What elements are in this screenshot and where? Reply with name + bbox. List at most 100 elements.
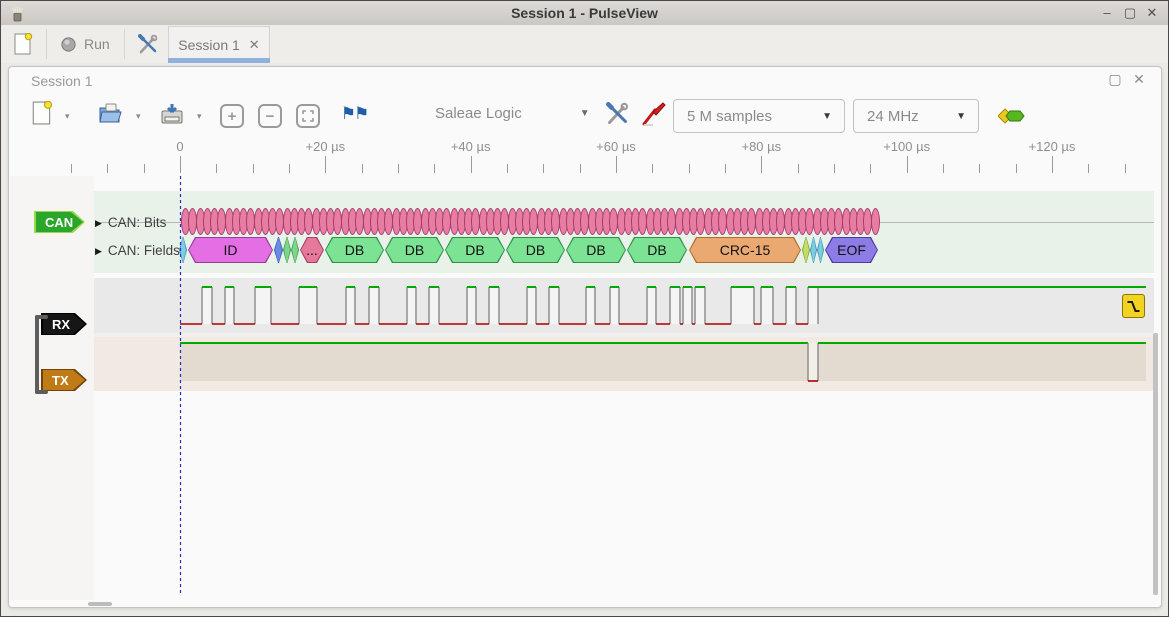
flags-icon: ⚑⚑	[341, 104, 367, 124]
channel-group-bracket[interactable]	[35, 315, 48, 394]
ruler-minor-tick	[107, 164, 108, 173]
ruler-minor-tick	[580, 164, 581, 173]
ruler-minor-tick	[434, 164, 435, 173]
ruler-major-tick	[471, 156, 472, 173]
tag-label: CAN	[36, 212, 83, 232]
probe-icon	[641, 101, 667, 127]
ruler-minor-tick	[144, 164, 145, 173]
ruler-minor-tick	[725, 164, 726, 173]
settings-button[interactable]	[132, 28, 164, 60]
ruler-label: +100 µs	[883, 139, 930, 154]
session-restore-button[interactable]: ▢	[1105, 71, 1125, 88]
new-file-dropdown-icon[interactable]: ▾	[65, 111, 70, 122]
ruler-minor-tick	[652, 164, 653, 173]
save-dropdown-icon[interactable]: ▾	[197, 111, 202, 122]
ruler-label: +120 µs	[1029, 139, 1076, 154]
ruler-minor-tick	[362, 164, 363, 173]
time-ruler[interactable]: 0 +20 µs +40 µs +60 µs +80 µs +100 µs +120 µs	[9, 139, 1161, 177]
device-selector[interactable]: Saleae Logic ▼	[435, 105, 590, 122]
device-selector-label: Saleae Logic	[435, 105, 522, 122]
ruler-minor-tick	[689, 164, 690, 173]
ruler-minor-tick	[1125, 164, 1126, 173]
ruler-minor-tick	[253, 164, 254, 173]
open-folder-icon	[98, 102, 122, 124]
new-document-icon	[13, 33, 33, 55]
zoom-in-button[interactable]: +	[220, 104, 244, 128]
chevron-down-icon: ▼	[956, 111, 966, 122]
ruler-minor-tick	[543, 164, 544, 173]
ruler-minor-tick	[870, 164, 871, 173]
open-file-button[interactable]	[97, 100, 123, 126]
tab-close-icon[interactable]: ✕	[249, 37, 260, 53]
session-window-title: Session 1	[31, 73, 92, 89]
ruler-label: +60 µs	[596, 139, 636, 154]
ruler-label: +80 µs	[741, 139, 781, 154]
new-session-button[interactable]	[7, 28, 39, 60]
falling-edge-icon	[1126, 299, 1141, 314]
cursors-button[interactable]: ⚑⚑	[339, 101, 369, 127]
ruler-minor-tick	[71, 164, 72, 173]
probe-button[interactable]	[640, 100, 668, 128]
titlebar[interactable]: Session 1 - PulseView – ▢ ✕	[1, 1, 1168, 26]
add-decoder-button[interactable]	[997, 105, 1027, 127]
sample-count-value: 5 M samples	[687, 108, 772, 125]
ruler-label: +40 µs	[451, 139, 491, 154]
zoom-out-button[interactable]: −	[258, 104, 282, 128]
chevron-down-icon: ▼	[822, 111, 832, 122]
ruler-label: +20 µs	[306, 139, 346, 154]
save-button[interactable]	[159, 100, 185, 126]
tab-active-underline	[168, 58, 270, 63]
toolbar-separator	[46, 29, 47, 59]
sample-rate-value: 24 MHz	[867, 108, 919, 125]
toolbar-separator	[124, 29, 125, 59]
wrench-screwdriver-icon	[606, 102, 630, 126]
zoom-fit-button[interactable]	[296, 104, 320, 128]
horizontal-scrollbar[interactable]	[88, 602, 112, 606]
ruler-label: 0	[176, 139, 183, 154]
maximize-button[interactable]: ▢	[1119, 1, 1141, 25]
run-button-label: Run	[84, 36, 110, 52]
ruler-minor-tick	[798, 164, 799, 173]
close-button[interactable]: ✕	[1141, 1, 1163, 25]
ruler-minor-tick	[834, 164, 835, 173]
ruler-major-tick	[1052, 156, 1053, 173]
zoom-out-icon: −	[266, 108, 275, 125]
main-toolbar: Run Session 1 ✕	[1, 25, 1168, 63]
window-title: Session 1 - PulseView	[1, 1, 1168, 25]
tag-label: RX	[43, 314, 85, 334]
new-document-icon	[31, 101, 53, 125]
ruler-major-tick	[616, 156, 617, 173]
sample-count-select[interactable]: 5 M samples ▼	[673, 99, 845, 133]
decoder-icon	[998, 107, 1026, 125]
session-close-button[interactable]: ✕	[1129, 71, 1149, 88]
zoom-fit-icon	[302, 110, 314, 122]
session-window: Session 1 ▢ ✕ ▾ ▾ ▾	[8, 66, 1162, 608]
wrench-screwdriver-icon	[138, 34, 159, 55]
tag-label: TX	[43, 370, 85, 390]
channels-button[interactable]	[604, 100, 632, 128]
open-file-dropdown-icon[interactable]: ▾	[136, 111, 141, 122]
chevron-down-icon: ▼	[580, 108, 590, 119]
ruler-major-tick	[761, 156, 762, 173]
ruler-major-tick	[325, 156, 326, 173]
save-icon	[160, 102, 184, 125]
waveform-canvas[interactable]	[94, 176, 1155, 600]
new-file-button[interactable]	[29, 100, 55, 126]
ruler-minor-tick	[943, 164, 944, 173]
vertical-scrollbar[interactable]	[1153, 333, 1158, 595]
ruler-major-tick	[180, 156, 181, 173]
ruler-minor-tick	[1088, 164, 1089, 173]
run-led-icon	[61, 37, 76, 52]
ruler-minor-tick	[289, 164, 290, 173]
trigger-marker[interactable]	[1122, 294, 1145, 318]
zoom-in-icon: +	[228, 108, 237, 125]
ruler-minor-tick	[979, 164, 980, 173]
tab-label: Session 1	[178, 37, 239, 53]
sample-rate-select[interactable]: 24 MHz ▼	[853, 99, 979, 133]
ruler-minor-tick	[1016, 164, 1017, 173]
ruler-minor-tick	[216, 164, 217, 173]
ruler-major-tick	[907, 156, 908, 173]
minimize-button[interactable]: –	[1096, 1, 1118, 25]
ruler-minor-tick	[507, 164, 508, 173]
pulseview-window: Session 1 - PulseView – ▢ ✕ Run	[0, 0, 1169, 617]
